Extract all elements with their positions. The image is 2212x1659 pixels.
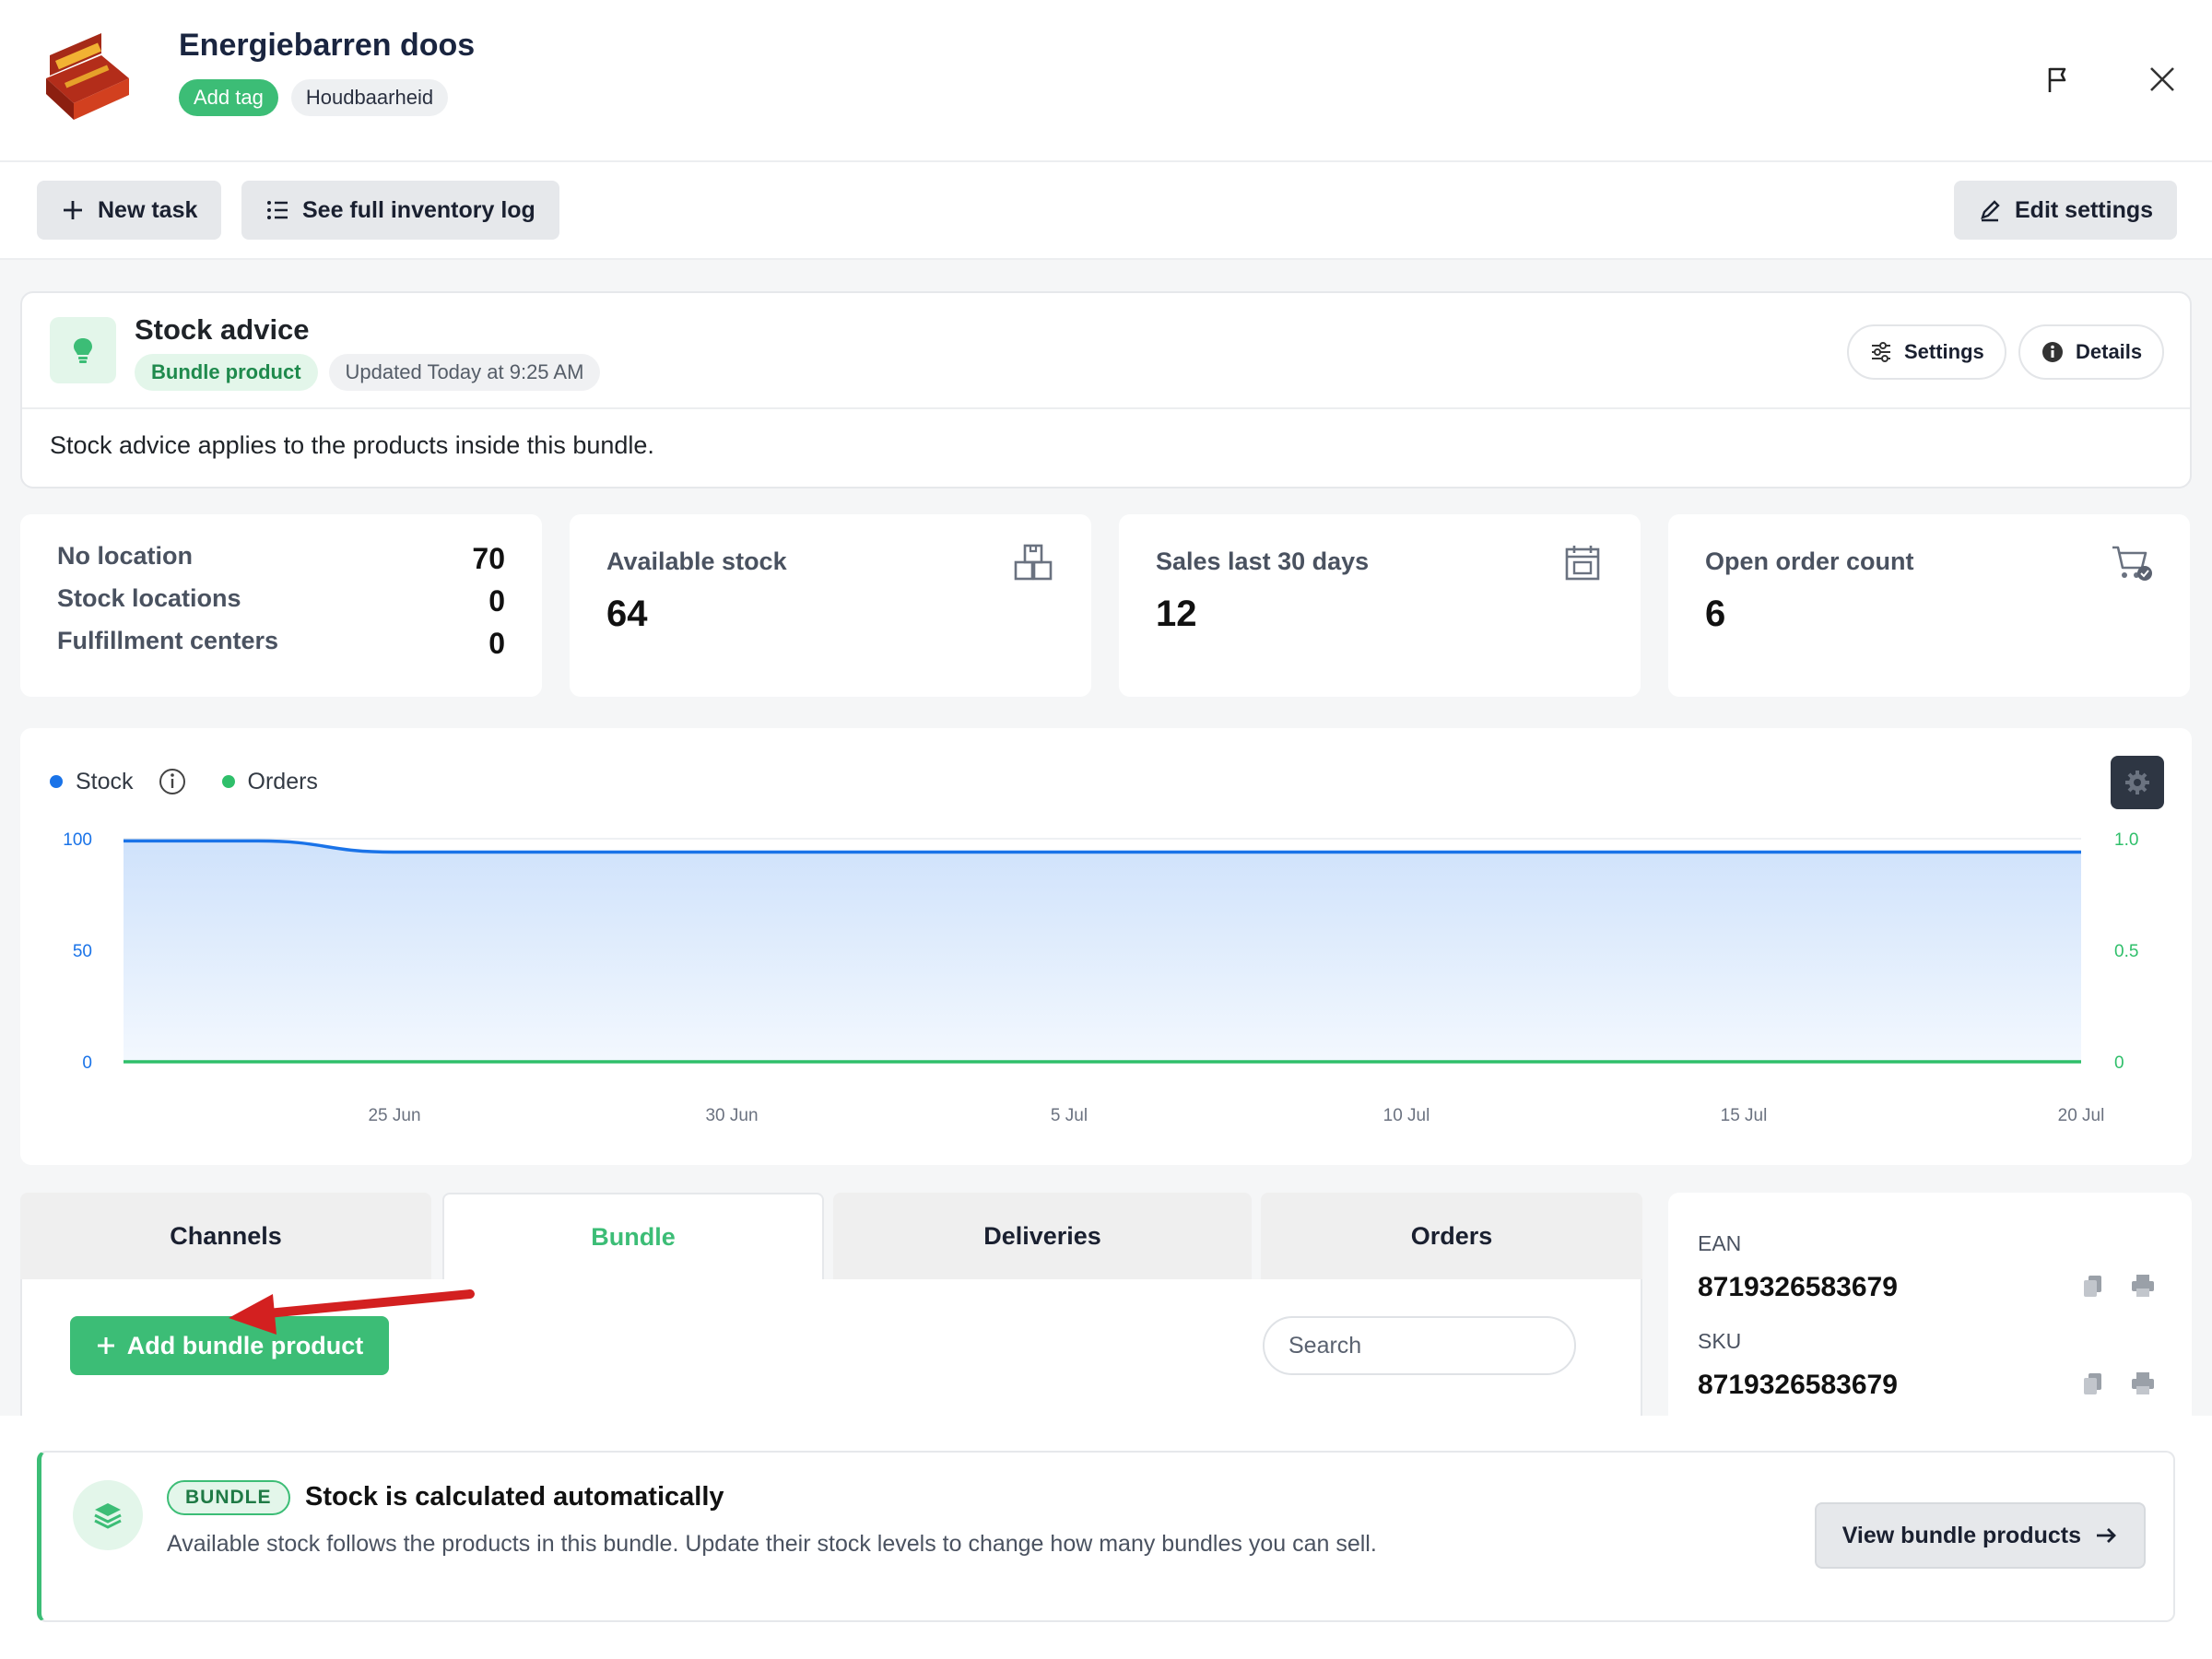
search-input[interactable] — [1263, 1316, 1576, 1375]
stock-chart: 100 50 0 1.0 0.5 0 25 Jun 30 Jun 5 Jul 10 Jul 15… — [63, 830, 2138, 1125]
bundle-notice-card: BUNDLE Stock is calculated automatically… — [37, 1451, 2175, 1622]
tab-orders[interactable]: Orders — [1261, 1193, 1642, 1279]
ean-label: EAN — [1698, 1231, 1742, 1255]
view-bundle-products-button[interactable]: View bundle products — [1814, 1502, 2146, 1569]
y-axis-left-tick: 0 — [82, 1053, 92, 1073]
warehouse-icon — [1014, 544, 1053, 581]
x-axis-tick: 20 Jul — [2058, 1106, 2105, 1125]
cart-check-icon — [2112, 546, 2152, 581]
stock-advice-badges: Bundle product Updated Today at 9:25 AM — [135, 354, 601, 391]
add-tag-button[interactable]: Add tag — [179, 79, 278, 116]
location-label: No location — [57, 542, 193, 570]
y-axis-left-tick: 100 — [63, 830, 92, 850]
tab-deliveries[interactable]: Deliveries — [833, 1193, 1252, 1279]
layers-icon — [73, 1480, 143, 1550]
plus-icon — [97, 1337, 114, 1354]
tab-channels[interactable]: Channels — [20, 1193, 431, 1279]
location-row: Fulfillment centers 0 — [57, 627, 505, 661]
open-orders-label: Open order count — [1705, 547, 1914, 575]
stock-area — [124, 841, 2081, 1062]
advice-details-label: Details — [2076, 340, 2143, 363]
product-title: Energiebarren doos — [179, 28, 476, 63]
bundle-notice-text: Available stock follows the products in … — [167, 1531, 1377, 1557]
print-icon[interactable] — [2129, 1272, 2157, 1300]
x-axis-tick: 25 Jun — [368, 1106, 420, 1125]
x-axis-tick: 5 Jul — [1051, 1106, 1088, 1125]
view-bundle-products-label: View bundle products — [1841, 1522, 2081, 1548]
product-codes-card: EAN 8719326583679 SKU 8719326583679 — [1668, 1193, 2192, 1423]
x-axis-tick: 10 Jul — [1383, 1106, 1430, 1125]
sales-value: 12 — [1156, 594, 1197, 634]
advice-details-button[interactable]: Details — [2018, 324, 2165, 380]
bundle-notice-title: Stock is calculated automatically — [305, 1482, 724, 1512]
location-row: No location 70 — [57, 542, 505, 576]
stock-series-line — [124, 839, 2081, 854]
stock-chart-card: Stock Orders 100 50 0 1.0 0.5 0 25 Jun 30 Jun… — [20, 728, 2192, 1165]
bundle-badge: BUNDLE — [167, 1480, 290, 1515]
flag-icon[interactable] — [2039, 61, 2076, 98]
stock-advice-card: Stock advice Bundle product Updated Toda… — [20, 291, 2192, 488]
available-stock-value: 64 — [606, 594, 648, 634]
location-row: Stock locations 0 — [57, 584, 505, 618]
edit-settings-button[interactable]: Edit settings — [1954, 181, 2178, 240]
stock-advice-title: Stock advice — [135, 313, 310, 346]
tag-houdbaarheid[interactable]: Houdbaarheid — [290, 79, 449, 116]
sku-value: 8719326583679 — [1698, 1370, 1898, 1400]
y-axis-right-tick: 0.5 — [2114, 942, 2138, 961]
print-icon[interactable] — [2129, 1370, 2157, 1397]
location-value: 70 — [472, 542, 505, 575]
location-value: 0 — [488, 584, 505, 618]
copy-icon[interactable] — [2079, 1272, 2107, 1300]
new-task-label: New task — [98, 196, 198, 223]
x-axis-tick: 15 Jul — [1721, 1106, 1768, 1125]
copy-icon[interactable] — [2079, 1370, 2107, 1397]
bundle-product-badge: Bundle product — [135, 354, 318, 391]
info-icon — [2042, 342, 2063, 362]
x-axis-tick: 30 Jun — [705, 1106, 758, 1125]
location-value: 0 — [488, 627, 505, 660]
advice-settings-button[interactable]: Settings — [1847, 324, 2006, 380]
stock-advice-message: Stock advice applies to the products ins… — [50, 431, 654, 459]
open-orders-card: Open order count 6 — [1668, 514, 2190, 697]
divider — [22, 407, 2190, 409]
advice-settings-label: Settings — [1904, 340, 1984, 363]
inventory-log-label: See full inventory log — [302, 196, 535, 223]
y-axis-left-tick: 50 — [73, 942, 92, 961]
lightbulb-icon — [50, 317, 116, 383]
updated-timestamp: Updated Today at 9:25 AM — [328, 354, 601, 391]
list-icon — [267, 201, 288, 219]
tab-bundle[interactable]: Bundle — [442, 1193, 824, 1279]
new-task-button[interactable]: New task — [37, 181, 222, 240]
available-stock-label: Available stock — [606, 547, 787, 575]
pencil-icon — [1981, 200, 2000, 222]
tag-list: Add tag Houdbaarheid — [179, 79, 449, 116]
available-stock-card: Available stock 64 — [570, 514, 1091, 697]
open-orders-value: 6 — [1705, 594, 1726, 634]
product-image — [37, 28, 138, 129]
close-icon[interactable] — [2144, 61, 2181, 98]
inventory-log-button[interactable]: See full inventory log — [241, 181, 559, 240]
location-label: Fulfillment centers — [57, 627, 279, 654]
y-axis-right-tick: 0 — [2114, 1053, 2124, 1073]
sales-card: Sales last 30 days 12 — [1119, 514, 1641, 697]
annotation-arrow — [229, 1289, 475, 1335]
calendar-icon — [1565, 546, 1600, 581]
plus-icon — [64, 201, 82, 219]
sliders-icon — [1872, 342, 1890, 362]
y-axis-right-tick: 1.0 — [2114, 830, 2138, 850]
sales-label: Sales last 30 days — [1156, 547, 1370, 575]
sku-label: SKU — [1698, 1329, 1742, 1353]
product-header: Energiebarren doos Add tag Houdbaarheid — [0, 0, 2212, 162]
edit-settings-label: Edit settings — [2015, 196, 2154, 223]
location-label: Stock locations — [57, 584, 241, 612]
ean-value: 8719326583679 — [1698, 1272, 1898, 1302]
toolbar: New task See full inventory log Edit set… — [0, 162, 2212, 260]
location-summary-card: No location 70 Stock locations 0 Fulfill… — [20, 514, 542, 697]
arrow-right-icon — [2097, 1528, 2116, 1543]
